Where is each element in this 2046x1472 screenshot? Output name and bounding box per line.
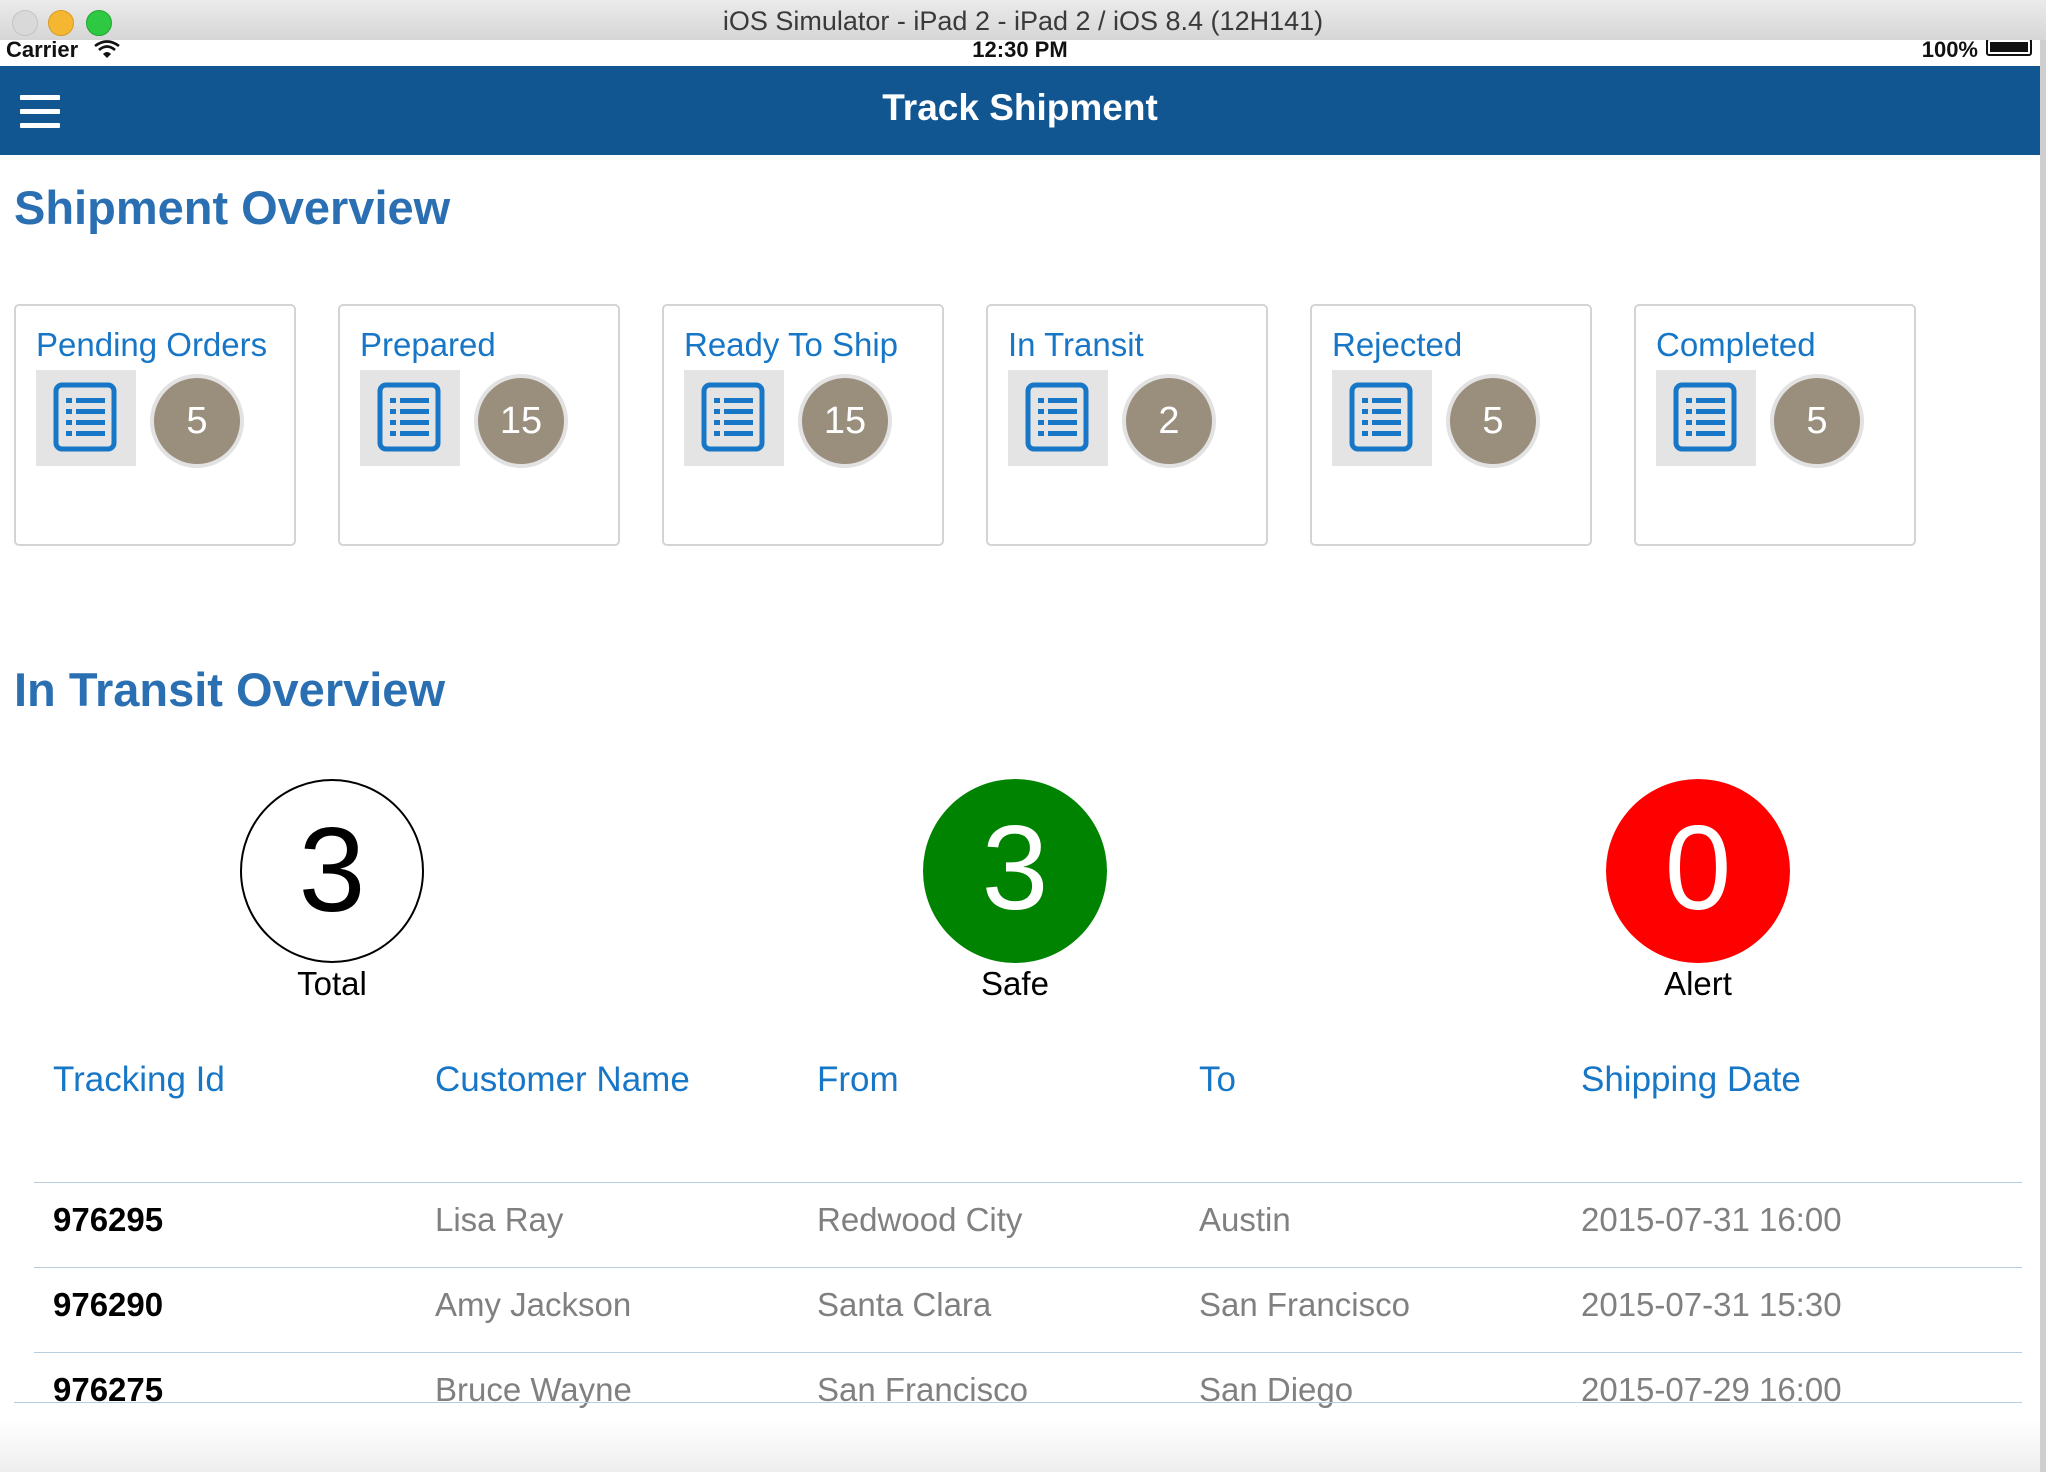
document-list-icon[interactable] bbox=[36, 370, 136, 466]
cell-customer-name: Lisa Ray bbox=[435, 1201, 564, 1238]
document-list-icon[interactable] bbox=[1008, 370, 1108, 466]
status-card-ready-to-ship[interactable]: Ready To Ship 15 bbox=[662, 304, 944, 546]
table-row[interactable]: 976290 Amy Jackson Santa Clara San Francisc… bbox=[34, 1267, 2022, 1353]
column-header-to[interactable]: To bbox=[1199, 1060, 1236, 1100]
stat-label-total: Total bbox=[297, 965, 367, 1002]
count-badge: 5 bbox=[1446, 374, 1540, 468]
count-badge: 5 bbox=[1770, 374, 1864, 468]
stat-label-alert: Alert bbox=[1664, 965, 1732, 1002]
page-title: Track Shipment bbox=[882, 87, 1158, 128]
cell-shipping-date: 2015-07-31 16:00 bbox=[1581, 1201, 1842, 1238]
document-list-icon[interactable] bbox=[684, 370, 784, 466]
status-card-in-transit[interactable]: In Transit 2 bbox=[986, 304, 1268, 546]
card-label[interactable]: Pending Orders bbox=[36, 326, 267, 364]
status-time: 12:30 PM bbox=[972, 40, 1068, 62]
stat-label-safe: Safe bbox=[981, 965, 1049, 1002]
cell-customer-name: Amy Jackson bbox=[435, 1286, 632, 1323]
shipment-overview-title: Shipment Overview bbox=[14, 181, 451, 234]
cell-tracking-id: 976275 bbox=[53, 1371, 164, 1408]
card-label[interactable]: Rejected bbox=[1332, 326, 1462, 364]
battery-icon bbox=[1986, 40, 2032, 56]
table-row[interactable]: 976295 Lisa Ray Redwood City Austin 2015-07-… bbox=[34, 1182, 2022, 1268]
navbar: Track Shipment bbox=[0, 66, 2040, 155]
safe-count-circle: 3 bbox=[923, 779, 1107, 963]
cell-from: Redwood City bbox=[817, 1201, 1023, 1238]
count-badge: 2 bbox=[1122, 374, 1216, 468]
cell-from: Santa Clara bbox=[817, 1286, 992, 1323]
window-titlebar: iOS Simulator - iPad 2 - iPad 2 / iOS 8.… bbox=[0, 0, 2046, 41]
card-label[interactable]: Prepared bbox=[360, 326, 496, 364]
count-badge: 15 bbox=[474, 374, 568, 468]
footer bbox=[0, 1420, 2040, 1472]
column-header-tracking-id[interactable]: Tracking Id bbox=[53, 1060, 225, 1100]
transit-overview-title: In Transit Overview bbox=[14, 663, 446, 716]
status-bar: Carrier 12:30 PM 100% bbox=[0, 40, 2040, 66]
cell-from: San Francisco bbox=[817, 1371, 1028, 1408]
column-header-customer-name[interactable]: Customer Name bbox=[435, 1060, 690, 1100]
document-list-icon[interactable] bbox=[360, 370, 460, 466]
cell-shipping-date: 2015-07-29 16:00 bbox=[1581, 1371, 1842, 1408]
window-title: iOS Simulator - iPad 2 - iPad 2 / iOS 8.… bbox=[722, 6, 1324, 36]
card-label[interactable]: Ready To Ship bbox=[684, 326, 898, 364]
status-card-pending-orders[interactable]: Pending Orders 5 bbox=[14, 304, 296, 546]
cell-tracking-id: 976290 bbox=[53, 1286, 164, 1323]
stat-alert: 0 Alert bbox=[1588, 779, 1808, 1003]
stat-total: 3 Total bbox=[222, 779, 442, 1003]
status-card-prepared[interactable]: Prepared 15 bbox=[338, 304, 620, 546]
device-screen: Carrier 12:30 PM 100% Track Shipment Shi… bbox=[0, 40, 2040, 1472]
column-header-shipping-date[interactable]: Shipping Date bbox=[1581, 1060, 1801, 1100]
cell-customer-name: Bruce Wayne bbox=[435, 1371, 632, 1408]
count-badge: 5 bbox=[150, 374, 244, 468]
cell-to: San Francisco bbox=[1199, 1286, 1410, 1323]
battery-percent: 100% bbox=[1921, 40, 1978, 62]
cell-shipping-date: 2015-07-31 15:30 bbox=[1581, 1286, 1842, 1323]
table-bottom-divider bbox=[14, 1402, 2022, 1403]
column-header-from[interactable]: From bbox=[817, 1060, 899, 1100]
alert-count-circle: 0 bbox=[1606, 779, 1790, 963]
status-card-rejected[interactable]: Rejected 5 bbox=[1310, 304, 1592, 546]
document-list-icon[interactable] bbox=[1656, 370, 1756, 466]
cell-tracking-id: 976295 bbox=[53, 1201, 164, 1238]
stat-safe: 3 Safe bbox=[905, 779, 1125, 1003]
status-card-completed[interactable]: Completed 5 bbox=[1634, 304, 1916, 546]
card-label[interactable]: Completed bbox=[1656, 326, 1816, 364]
window-right-edge bbox=[2040, 40, 2046, 1472]
total-count-circle: 3 bbox=[240, 779, 424, 963]
count-badge: 15 bbox=[798, 374, 892, 468]
card-label[interactable]: In Transit bbox=[1008, 326, 1144, 364]
cell-to: San Diego bbox=[1199, 1371, 1354, 1408]
document-list-icon[interactable] bbox=[1332, 370, 1432, 466]
cell-to: Austin bbox=[1199, 1201, 1291, 1238]
